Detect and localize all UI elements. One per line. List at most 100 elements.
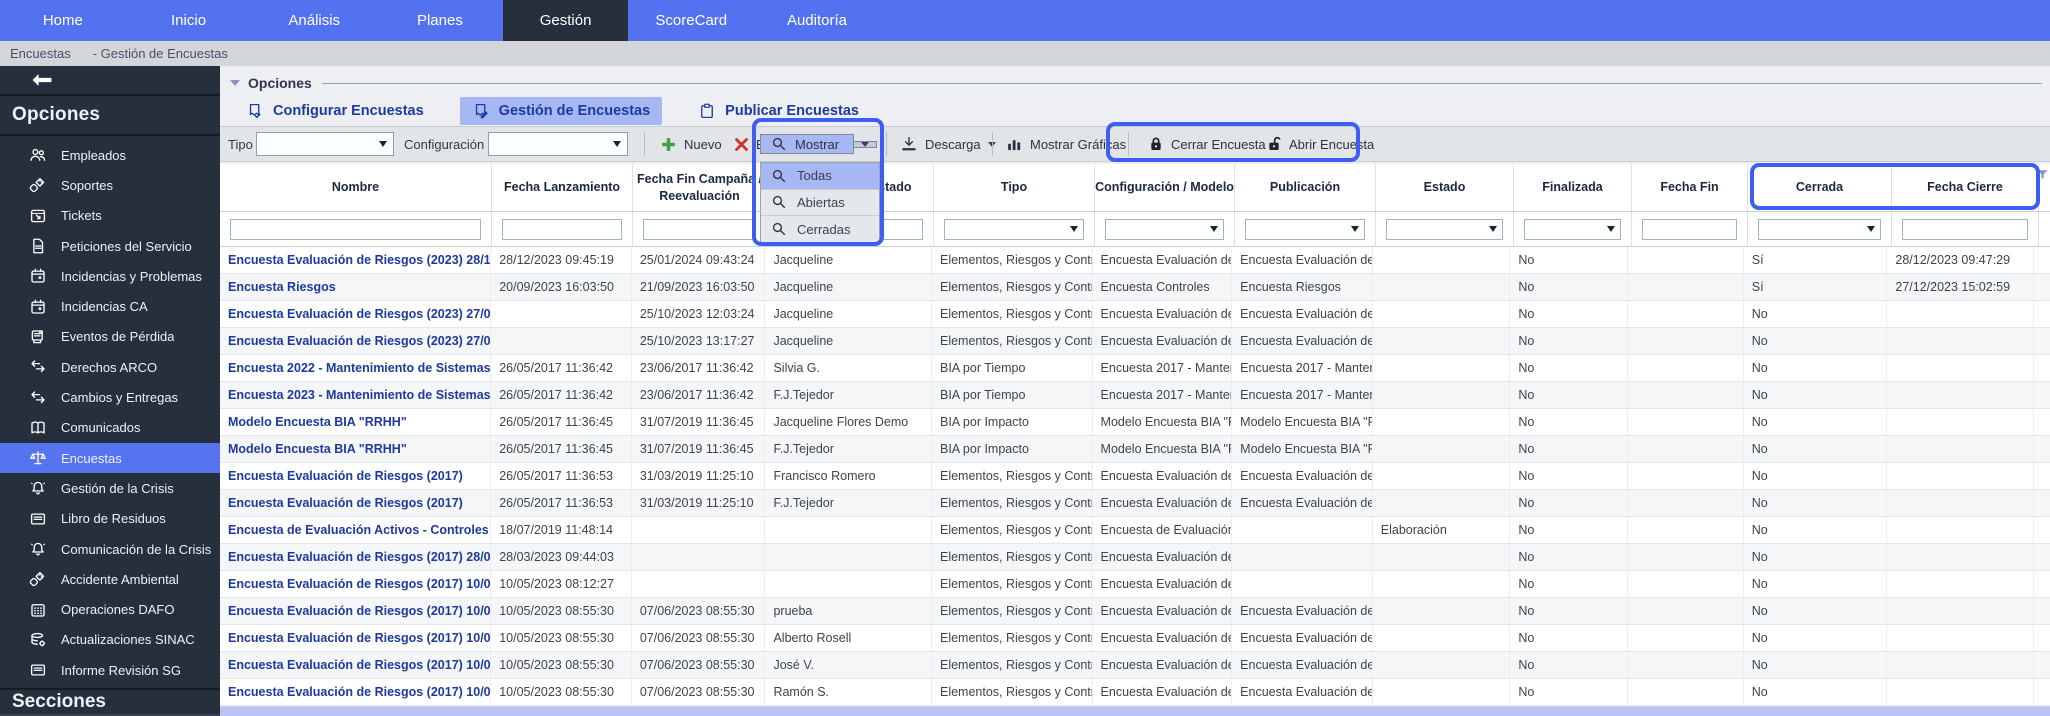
column-header-finalizada[interactable]: Finalizada <box>1514 164 1632 211</box>
row-name-link[interactable]: Encuesta Evaluación de Riesgos (2017) 10… <box>220 652 491 678</box>
row-name-link[interactable]: Encuesta Evaluación de Riesgos (2023) 27… <box>220 328 491 354</box>
breadcrumb-section[interactable]: Encuestas <box>10 46 71 61</box>
mostrar-menu-item-todas[interactable]: Todas <box>761 163 879 190</box>
descarga-button[interactable]: Descarga <box>900 127 996 161</box>
funnel-icon[interactable] <box>2036 168 2049 186</box>
column-header-fecha-cierre[interactable]: Fecha Cierre <box>1892 164 2039 211</box>
nav-tab-inicio[interactable]: Inicio <box>126 0 252 41</box>
filter-input-2[interactable] <box>643 219 756 240</box>
column-header-publicación[interactable]: Publicación <box>1235 164 1376 211</box>
mostrar-dropdown-arrow[interactable] <box>854 141 877 148</box>
row-name-link[interactable]: Encuesta Evaluación de Riesgos (2023) 27… <box>220 301 491 327</box>
table-row[interactable]: Encuesta Evaluación de Riesgos (2017) 28… <box>220 544 2050 571</box>
filter-select-5[interactable] <box>1105 219 1224 240</box>
row-name-link[interactable]: Encuesta de Evaluación Activos - Control… <box>220 517 491 543</box>
row-name-link[interactable]: Encuesta Evaluación de Riesgos (2017) <box>220 490 491 516</box>
tab-configurar-encuestas[interactable]: Configurar Encuestas <box>234 97 436 125</box>
filter-select-10[interactable] <box>1758 219 1881 240</box>
table-row[interactable]: Encuesta Evaluación de Riesgos (2023) 27… <box>220 301 2050 328</box>
mostrar-button[interactable]: Mostrar <box>760 130 877 158</box>
filter-select-8[interactable] <box>1524 219 1621 240</box>
nav-tab-gestión[interactable]: Gestión <box>503 0 629 41</box>
sidebar-item-eventos-de-pérdida[interactable]: Eventos de Pérdida <box>0 322 220 352</box>
sidebar-item-soportes[interactable]: Soportes <box>0 170 220 200</box>
row-name-link[interactable]: Modelo Encuesta BIA "RRHH" <box>220 409 491 435</box>
sidebar-item-incidencias-y-problemas[interactable]: Incidencias y Problemas <box>0 261 220 291</box>
table-row[interactable]: Encuesta 2022 - Mantenimiento de Sistema… <box>220 355 2050 382</box>
column-header-configuración-modelo[interactable]: Configuración / Modelo <box>1095 164 1235 211</box>
filter-select-4[interactable] <box>944 219 1084 240</box>
row-name-link[interactable]: Encuesta Evaluación de Riesgos (2017) 28… <box>220 544 491 570</box>
sidebar-item-gestión-de-la-crisis[interactable]: Gestión de la Crisis <box>0 473 220 503</box>
sidebar-item-actualizaciones-sinac[interactable]: Actualizaciones SINAC <box>0 625 220 655</box>
table-row[interactable]: Encuesta Riesgos20/09/2023 16:03:5021/09… <box>220 274 2050 301</box>
mostrar-graficas-button[interactable]: Mostrar Gráficas <box>1006 127 1126 161</box>
row-name-link[interactable]: Encuesta Riesgos <box>220 274 491 300</box>
cerrar-encuesta-button[interactable]: Cerrar Encuesta <box>1148 127 1266 161</box>
column-header-estado[interactable]: Estado <box>1376 164 1514 211</box>
nav-tab-home[interactable]: Home <box>0 0 126 41</box>
sidebar-item-operaciones-dafo[interactable]: Operaciones DAFO <box>0 594 220 624</box>
row-name-link[interactable]: Encuesta Evaluación de Riesgos (2017) <box>220 463 491 489</box>
nav-tab-scorecard[interactable]: ScoreCard <box>628 0 754 41</box>
sidebar-item-accidente-ambiental[interactable]: Accidente Ambiental <box>0 564 220 594</box>
filter-input-0[interactable] <box>230 219 481 240</box>
column-header-fecha-lanzamiento[interactable]: Fecha Lanzamiento <box>492 164 633 211</box>
table-row[interactable]: Encuesta Evaluación de Riesgos (2017) 10… <box>220 571 2050 598</box>
row-name-link[interactable]: Encuesta 2022 - Mantenimiento de Sistema… <box>220 355 491 381</box>
table-row[interactable]: Modelo Encuesta BIA "RRHH"26/05/2017 11:… <box>220 409 2050 436</box>
tab-gestión-de-encuestas[interactable]: Gestión de Encuestas <box>460 97 663 125</box>
collapse-triangle-icon[interactable] <box>230 80 240 86</box>
nav-tab-auditoría[interactable]: Auditoría <box>754 0 880 41</box>
nav-tab-análisis[interactable]: Análisis <box>251 0 377 41</box>
table-row[interactable]: Encuesta Evaluación de Riesgos (2017)26/… <box>220 463 2050 490</box>
sidebar-item-cambios-y-entregas[interactable]: Cambios y Entregas <box>0 382 220 412</box>
sidebar-item-incidencias-ca[interactable]: Incidencias CA <box>0 291 220 321</box>
sidebar-collapse-button[interactable] <box>0 66 220 96</box>
tipo-select[interactable] <box>256 132 394 156</box>
column-header-fecha-fin[interactable]: Fecha Fin <box>1632 164 1748 211</box>
row-name-link[interactable]: Encuesta Evaluación de Riesgos (2023) 28… <box>220 247 491 273</box>
filter-select-7[interactable] <box>1386 219 1503 240</box>
sidebar-item-tickets[interactable]: Tickets <box>0 201 220 231</box>
sidebar-item-comunicados[interactable]: Comunicados <box>0 413 220 443</box>
mostrar-menu-item-abiertas[interactable]: Abiertas <box>761 190 879 217</box>
nav-tab-planes[interactable]: Planes <box>377 0 503 41</box>
column-header-fecha-fin-campaña-reevaluación[interactable]: Fecha Fin Campaña / Reevaluación <box>633 164 767 211</box>
table-row[interactable]: Encuesta Evaluación de Riesgos (2017) 10… <box>220 679 2050 706</box>
sidebar-item-peticiones-del-servicio[interactable]: Peticiones del Servicio <box>0 231 220 261</box>
configuracion-select[interactable] <box>488 132 628 156</box>
sidebar-item-libro-de-residuos[interactable]: Libro de Residuos <box>0 504 220 534</box>
sidebar-item-derechos-arco[interactable]: Derechos ARCO <box>0 352 220 382</box>
abrir-encuesta-button[interactable]: Abrir Encuesta <box>1266 127 1374 161</box>
filter-select-6[interactable] <box>1245 219 1365 240</box>
column-header-tipo[interactable]: Tipo <box>934 164 1095 211</box>
filter-input-11[interactable] <box>1902 219 2028 240</box>
row-name-link[interactable]: Encuesta Evaluación de Riesgos (2017) 10… <box>220 571 491 597</box>
table-row[interactable]: Encuesta Evaluación de Riesgos (2017) 10… <box>220 652 2050 679</box>
column-header-cerrada[interactable]: Cerrada <box>1748 164 1892 211</box>
row-name-link[interactable]: Encuesta Evaluación de Riesgos (2017) 10… <box>220 625 491 651</box>
table-row-partial[interactable] <box>220 706 2050 716</box>
filter-input-1[interactable] <box>502 219 622 240</box>
table-row[interactable]: Encuesta 2023 - Mantenimiento de Sistema… <box>220 382 2050 409</box>
table-row[interactable]: Encuesta Evaluación de Riesgos (2017)26/… <box>220 490 2050 517</box>
mostrar-menu-item-cerradas[interactable]: Cerradas <box>761 216 879 243</box>
sidebar-item-comunicación-de-la-crisis[interactable]: Comunicación de la Crisis <box>0 534 220 564</box>
row-name-link[interactable]: Encuesta Evaluación de Riesgos (2017) 10… <box>220 598 491 624</box>
nuevo-button[interactable]: Nuevo <box>660 127 722 161</box>
row-name-link[interactable]: Modelo Encuesta BIA "RRHH" <box>220 436 491 462</box>
column-header-nombre[interactable]: Nombre <box>220 164 492 211</box>
filter-input-9[interactable] <box>1642 219 1737 240</box>
tab-publicar-encuestas[interactable]: Publicar Encuestas <box>686 97 871 125</box>
sidebar-item-encuestas[interactable]: Encuestas <box>0 443 220 473</box>
table-row[interactable]: Encuesta Evaluación de Riesgos (2017) 10… <box>220 625 2050 652</box>
sidebar-item-informe-revisión-sg[interactable]: Informe Revisión SG <box>0 655 220 685</box>
table-row[interactable]: Encuesta de Evaluación Activos - Control… <box>220 517 2050 544</box>
table-row[interactable]: Encuesta Evaluación de Riesgos (2023) 28… <box>220 247 2050 274</box>
row-name-link[interactable]: Encuesta 2023 - Mantenimiento de Sistema… <box>220 382 491 408</box>
table-row[interactable]: Modelo Encuesta BIA "RRHH"26/05/2017 11:… <box>220 436 2050 463</box>
table-row[interactable]: Encuesta Evaluación de Riesgos (2023) 27… <box>220 328 2050 355</box>
sidebar-item-empleados[interactable]: Empleados <box>0 140 220 170</box>
row-name-link[interactable]: Encuesta Evaluación de Riesgos (2017) 10… <box>220 679 491 705</box>
